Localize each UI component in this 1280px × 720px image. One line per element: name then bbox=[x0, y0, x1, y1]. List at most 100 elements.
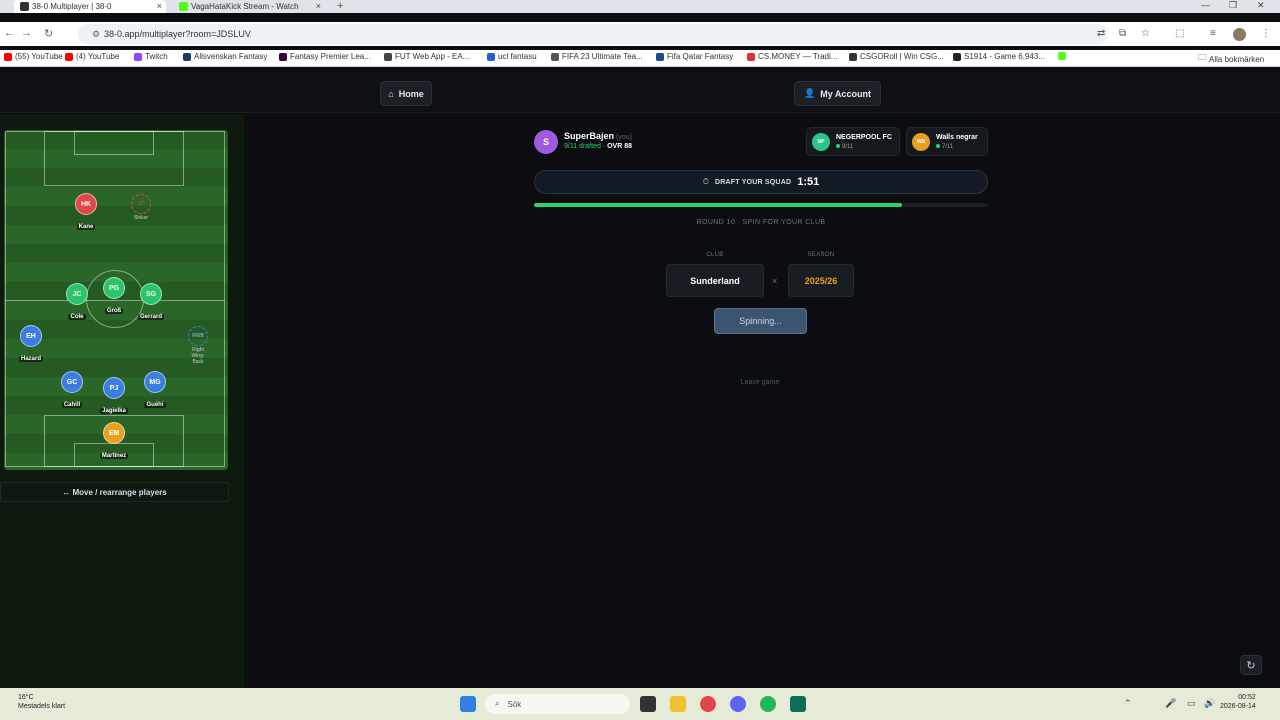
bookmark-label: Fantasy Premier Lea... bbox=[290, 52, 371, 61]
bookmark-favicon-icon bbox=[849, 52, 857, 61]
bookmark-item[interactable]: FIFA 23 Ultimate Tea... bbox=[551, 52, 643, 61]
bookmark-favicon-icon bbox=[183, 52, 191, 61]
bookmark-favicon-icon bbox=[1058, 52, 1066, 60]
player-hazard[interactable]: EH Hazard bbox=[1, 325, 61, 365]
bookmark-label: CS.MONEY — Tradi... bbox=[758, 52, 838, 61]
bookmark-label: Allsvenskan Fantasy bbox=[194, 52, 268, 61]
maximize-icon[interactable]: ❐ bbox=[1229, 0, 1237, 11]
bookmark-label: FUT Web App - EA... bbox=[395, 52, 470, 61]
draft-progress-fill bbox=[534, 203, 902, 207]
network-icon[interactable]: ▭ bbox=[1187, 698, 1196, 709]
spotify-icon[interactable] bbox=[760, 696, 776, 712]
bookmark-label: Fifa Qatar Fantasy bbox=[667, 52, 734, 61]
translate-icon[interactable]: ⇄ bbox=[1097, 28, 1105, 39]
top-nav bbox=[0, 73, 1280, 113]
empty-slot-rwb[interactable]: RWB Right Wing-Back bbox=[168, 326, 228, 365]
system-clock[interactable]: 00:52 2026-08-14 bbox=[1220, 693, 1256, 711]
reload-icon[interactable]: ↻ bbox=[44, 27, 53, 40]
bookmark-favicon-icon bbox=[953, 52, 961, 61]
cast-icon[interactable]: ⧉ bbox=[1119, 28, 1126, 39]
leave-game-link[interactable]: Leave game bbox=[700, 379, 820, 386]
new-tab-button[interactable]: + bbox=[337, 0, 343, 12]
draft-progress-track bbox=[534, 203, 988, 207]
club-value: Sunderland bbox=[666, 264, 764, 297]
bookmark-item[interactable]: (4) YouTube bbox=[65, 52, 119, 61]
browser-tab-38-0[interactable]: 38-0 Multiplayer | 38-0 × bbox=[14, 0, 166, 13]
folder-icon: 🗀 bbox=[1198, 53, 1206, 62]
bookmark-favicon-icon bbox=[747, 52, 755, 61]
kick-favicon-icon bbox=[179, 2, 188, 11]
tab-search-icon[interactable]: ≡ bbox=[1210, 28, 1216, 39]
bookmark-item[interactable]: Fifa Qatar Fantasy bbox=[656, 52, 733, 61]
top-goal-box bbox=[74, 131, 154, 155]
file-explorer-icon[interactable] bbox=[670, 696, 686, 712]
stopwatch-icon: ⏱ bbox=[702, 177, 710, 186]
browser-tab-kick[interactable]: VagaHataKick Stream - Watch × bbox=[173, 0, 325, 13]
player-gerrard[interactable]: SG Gerrard bbox=[121, 283, 181, 323]
forward-icon[interactable]: → bbox=[21, 27, 32, 39]
home-button[interactable]: ⌂ Home bbox=[380, 81, 432, 106]
player-martinez[interactable]: EM Martínez bbox=[84, 422, 144, 462]
taskbar-search[interactable]: ⌕ Sök bbox=[485, 694, 630, 714]
bookmark-favicon-icon bbox=[279, 52, 287, 61]
slot-name: Striker bbox=[133, 215, 149, 221]
bookmark-favicon-icon bbox=[551, 52, 559, 61]
site-info-icon[interactable]: ⚙ bbox=[92, 24, 100, 44]
bookmark-item[interactable]: FUT Web App - EA... bbox=[384, 52, 469, 61]
move-players-button[interactable]: ↔ Move / rearrange players bbox=[0, 482, 229, 502]
close-tab-icon[interactable]: × bbox=[157, 1, 162, 11]
opponent-progress: 9/11 bbox=[836, 144, 853, 150]
chrome-icon[interactable] bbox=[700, 696, 716, 712]
bookmark-label: FIFA 23 Ultimate Tea... bbox=[562, 52, 643, 61]
bookmark-item[interactable]: CSGORoll | Win CSG... bbox=[849, 52, 944, 61]
player-name: Kane bbox=[76, 224, 96, 230]
weather-widget[interactable]: 16°C Mestadels klart bbox=[18, 693, 65, 711]
microphone-icon[interactable]: 🎤 bbox=[1165, 698, 1176, 709]
extensions-icon[interactable]: ⬚ bbox=[1175, 28, 1184, 39]
bookmark-label: ucl fantasu bbox=[498, 52, 537, 61]
my-account-button[interactable]: 👤 My Account bbox=[794, 81, 881, 106]
online-dot-icon bbox=[836, 144, 840, 148]
empty-slot-striker[interactable]: ST Striker bbox=[111, 194, 171, 221]
bookmark-item[interactable]: Twitch bbox=[134, 52, 168, 61]
browser-menu-icon[interactable]: ⋮ bbox=[1261, 28, 1271, 39]
app-icon[interactable] bbox=[790, 696, 806, 712]
spin-button[interactable]: Spinning... bbox=[714, 308, 807, 334]
tray-chevron-icon[interactable]: ⌃ bbox=[1124, 698, 1132, 709]
player-name: Cole bbox=[68, 314, 86, 320]
refresh-icon[interactable]: ↻ bbox=[1240, 655, 1262, 675]
bookmark-item[interactable] bbox=[1058, 52, 1066, 60]
bookmark-star-icon[interactable]: ☆ bbox=[1141, 28, 1150, 39]
windows-start-icon[interactable] bbox=[460, 696, 476, 712]
search-icon: ⌕ bbox=[495, 699, 500, 708]
player-badge: MG bbox=[144, 371, 166, 393]
bookmark-favicon-icon bbox=[4, 52, 12, 61]
draft-timer-bar: ⏱ DRAFT YOUR SQUAD 1:51 bbox=[534, 170, 988, 194]
bookmark-item[interactable]: ucl fantasu bbox=[487, 52, 537, 61]
player-name: Jagielka bbox=[100, 408, 128, 414]
bookmark-item[interactable]: Allsvenskan Fantasy bbox=[183, 52, 267, 61]
player-guehi[interactable]: MG Guéhi bbox=[125, 371, 185, 411]
task-view-icon[interactable] bbox=[640, 696, 656, 712]
bookmark-item[interactable]: S1914 - Game 6,943... bbox=[953, 52, 1045, 61]
close-tab-icon[interactable]: × bbox=[316, 1, 321, 11]
round-label: ROUND 10 · SPIN FOR YOUR CLUB bbox=[696, 219, 826, 226]
volume-icon[interactable]: 🔊 bbox=[1204, 698, 1215, 709]
url-bar[interactable]: ⚙ 38-0.app/multiplayer?room=JDSLUV bbox=[78, 24, 1108, 44]
all-bookmarks-folder[interactable]: 🗀 Alla bokmärken bbox=[1198, 52, 1264, 66]
club-label: CLUB bbox=[706, 252, 724, 258]
player-kane[interactable]: HK Kane bbox=[56, 193, 116, 233]
minimize-icon[interactable]: — bbox=[1201, 0, 1210, 10]
back-icon[interactable]: ← bbox=[4, 27, 15, 39]
player-name: Gerrard bbox=[137, 314, 164, 320]
bookmark-item[interactable]: Fantasy Premier Lea... bbox=[279, 52, 371, 61]
slot-code: RWB bbox=[188, 326, 208, 346]
opponent-card-negerpool: NP NEGERPOOL FC 9/11 bbox=[806, 127, 900, 156]
discord-icon[interactable] bbox=[730, 696, 746, 712]
bookmark-item[interactable]: (55) YouTube bbox=[4, 52, 63, 61]
bookmark-item[interactable]: CS.MONEY — Tradi... bbox=[747, 52, 837, 61]
close-window-icon[interactable]: ✕ bbox=[1257, 0, 1265, 11]
season-value: 2025/26 bbox=[788, 264, 854, 297]
profile-avatar[interactable] bbox=[1233, 28, 1246, 41]
player-badge: SG bbox=[140, 283, 162, 305]
